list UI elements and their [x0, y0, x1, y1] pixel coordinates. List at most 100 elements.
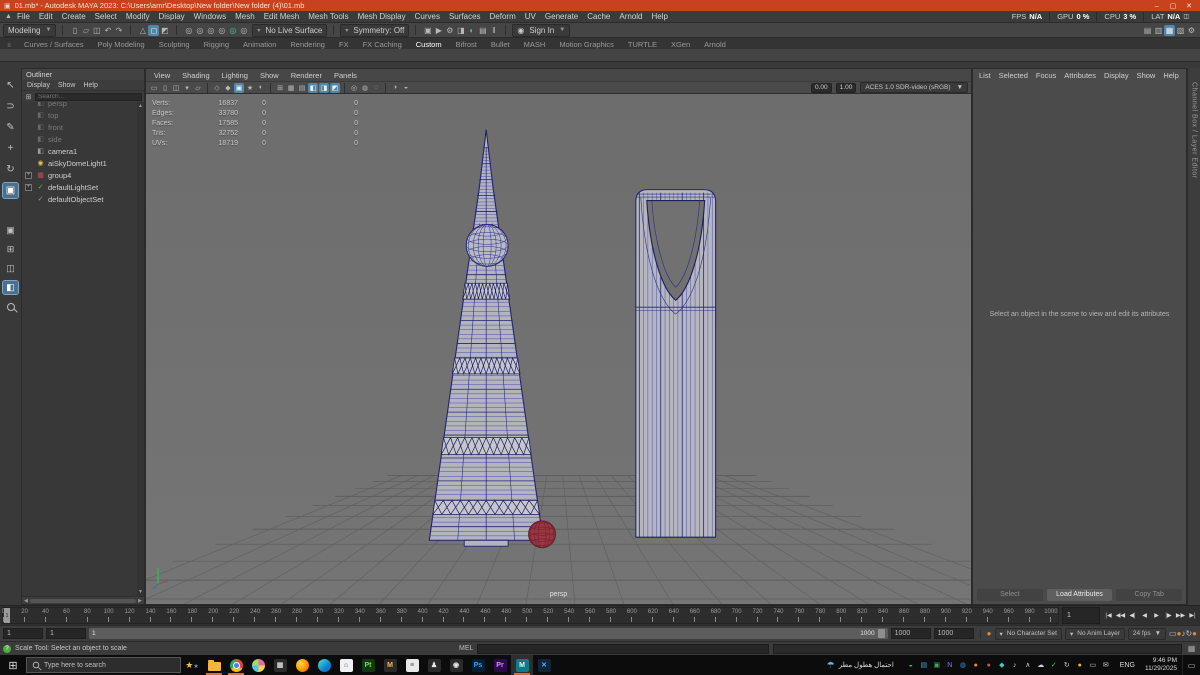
- notification-icon[interactable]: ▭: [1182, 655, 1200, 675]
- taskbar-search[interactable]: Type here to search: [26, 657, 181, 673]
- ae-menu-list[interactable]: List: [979, 71, 991, 80]
- expand-icon[interactable]: +: [25, 171, 32, 179]
- viewport-menu-shading[interactable]: Shading: [182, 71, 210, 80]
- tray-icon-12[interactable]: ↻: [1061, 661, 1073, 669]
- menu-help[interactable]: Help: [652, 12, 668, 21]
- taskbar-app-firefox[interactable]: [291, 655, 313, 675]
- shelf-tab-fx[interactable]: FX: [339, 40, 349, 49]
- taskbar-app-character-app[interactable]: ♟: [423, 655, 445, 675]
- ae-menu-focus[interactable]: Focus: [1036, 71, 1056, 80]
- tray-icon-4[interactable]: ◍: [957, 661, 969, 669]
- animation-end-field[interactable]: 1000: [933, 628, 974, 639]
- mel-label[interactable]: MEL: [459, 645, 473, 652]
- ae-menu-selected[interactable]: Selected: [999, 71, 1028, 80]
- pause-viewport-icon[interactable]: ‖: [488, 25, 499, 36]
- minimize-button[interactable]: –: [1150, 3, 1164, 10]
- outliner-item-group4[interactable]: + ▦ group4: [22, 169, 144, 181]
- tray-icon-5[interactable]: ●: [970, 662, 982, 669]
- outliner-menu-help[interactable]: Help: [83, 82, 97, 89]
- step-back-frame-button[interactable]: ◀◀: [1115, 609, 1126, 623]
- ae-menu-display[interactable]: Display: [1104, 71, 1129, 80]
- menu-create[interactable]: Create: [62, 12, 86, 21]
- language-indicator[interactable]: ENG: [1115, 662, 1140, 669]
- maximize-button[interactable]: ▢: [1166, 2, 1180, 10]
- anim-key-icon[interactable]: ●: [1192, 629, 1197, 638]
- menu-curves[interactable]: Curves: [415, 12, 440, 21]
- copy-tab-button[interactable]: Copy Tab: [1116, 588, 1183, 601]
- resolution-gate-icon[interactable]: ⊞: [275, 83, 285, 93]
- save-scene-icon[interactable]: ◫: [91, 25, 102, 36]
- tray-icon-13[interactable]: ●: [1074, 662, 1086, 669]
- filter-icon[interactable]: ⊞: [24, 91, 33, 102]
- taskbar-app-x-app[interactable]: ✕: [533, 655, 555, 675]
- safe-action-icon[interactable]: ◧: [308, 82, 318, 93]
- step-forward-key-button[interactable]: |▶: [1163, 609, 1174, 623]
- isolate-select-icon[interactable]: ◎: [349, 83, 359, 93]
- menu-mesh[interactable]: Mesh: [235, 12, 255, 21]
- rotate-tool[interactable]: ↻: [3, 162, 18, 177]
- render-settings-icon[interactable]: ⚙: [444, 25, 455, 36]
- kingdom-tower-model[interactable]: [635, 189, 717, 538]
- animation-start-field[interactable]: 1: [3, 628, 43, 639]
- workspace-toggle-icon[interactable]: ▤: [1142, 25, 1153, 36]
- taskbar-app-paint-tool[interactable]: Pt: [357, 655, 379, 675]
- menu-surfaces[interactable]: Surfaces: [449, 12, 481, 21]
- live-surface-dropdown[interactable]: ▾ No Live Surface: [252, 23, 328, 37]
- ae-menu-show[interactable]: Show: [1137, 71, 1156, 80]
- command-line-input[interactable]: [477, 643, 770, 654]
- layout-outliner-persp[interactable]: ◧: [2, 280, 19, 295]
- menu-windows[interactable]: Windows: [194, 12, 226, 21]
- tray-icon-1[interactable]: ▤: [918, 661, 930, 669]
- exposure-icon[interactable]: ◑: [390, 83, 400, 93]
- shelf-tab-sculpting[interactable]: Sculpting: [159, 40, 190, 49]
- cortana-icon[interactable]: ★★: [181, 660, 203, 671]
- layout-two-pane[interactable]: ◫: [3, 262, 18, 275]
- snap-grid-icon[interactable]: ◎: [183, 25, 194, 36]
- title-bar[interactable]: ▣ 01.mb* - Autodesk MAYA 2023: C:\Users\…: [0, 0, 1200, 11]
- hypershade-icon[interactable]: ◨: [455, 25, 466, 36]
- current-frame-field[interactable]: 1: [1062, 607, 1100, 624]
- taskbar-app-notepad[interactable]: ≡: [401, 655, 423, 675]
- xray-joints-icon[interactable]: ◌: [371, 83, 381, 93]
- taskbar-app-edge[interactable]: [313, 655, 335, 675]
- tool-settings-toggle-icon[interactable]: ▧: [1175, 25, 1186, 36]
- paint-select-tool[interactable]: ✎: [3, 120, 18, 135]
- tray-icon-8[interactable]: ♪: [1009, 662, 1021, 669]
- scale-tool[interactable]: ▣: [2, 182, 19, 199]
- taskbar-app-media-app[interactable]: ▦: [269, 655, 291, 675]
- shelf-tab-animation[interactable]: Animation: [243, 40, 276, 49]
- anim-layer-dropdown[interactable]: ▾ No Anim Layer: [1064, 627, 1125, 640]
- menuset-dropdown[interactable]: Modeling ▼: [3, 23, 57, 37]
- tray-icon-6[interactable]: ●: [983, 662, 995, 669]
- range-slider[interactable]: 1 1000: [89, 628, 888, 639]
- lasso-select-tool[interactable]: ⊃: [3, 99, 18, 114]
- select-tool[interactable]: ↖: [3, 78, 18, 93]
- field-chart-icon[interactable]: ▤: [297, 83, 307, 93]
- redo-icon[interactable]: ↷: [113, 25, 124, 36]
- menu-cache[interactable]: Cache: [587, 12, 610, 21]
- taskbar-app-premiere[interactable]: Pr: [489, 655, 511, 675]
- outliner-menu-show[interactable]: Show: [58, 82, 76, 89]
- render-layers-icon[interactable]: ▤: [477, 25, 488, 36]
- menu-modify[interactable]: Modify: [126, 12, 150, 21]
- viewport-menu-renderer[interactable]: Renderer: [291, 71, 322, 80]
- ipr-render-icon[interactable]: ▶: [433, 25, 444, 36]
- taskbar-app-file-explorer[interactable]: [203, 655, 225, 675]
- shelf-tab-arnold[interactable]: Arnold: [704, 40, 726, 49]
- tray-icon-11[interactable]: ✓: [1048, 661, 1060, 669]
- play-forwards-button[interactable]: ▶: [1151, 609, 1162, 623]
- ae-menu-attributes[interactable]: Attributes: [1064, 71, 1096, 80]
- gamma-icon[interactable]: ◒: [401, 83, 411, 93]
- shelf-tab-poly-modeling[interactable]: Poly Modeling: [98, 40, 145, 49]
- shelf-tab-bullet[interactable]: Bullet: [491, 40, 510, 49]
- outliner-item-side[interactable]: ◧ side: [22, 133, 144, 145]
- tray-icon-7[interactable]: ◆: [996, 661, 1008, 669]
- menu-generate[interactable]: Generate: [545, 12, 578, 21]
- step-forward-frame-button[interactable]: ▶▶: [1175, 609, 1186, 623]
- playback-end-field[interactable]: 1000: [890, 628, 931, 639]
- image-plane-icon[interactable]: ▱: [193, 83, 203, 93]
- taskbar-app-chrome[interactable]: [225, 655, 247, 675]
- viewport-menu-view[interactable]: View: [154, 71, 170, 80]
- character-key-icon[interactable]: ●: [987, 629, 992, 638]
- lookdev-icon[interactable]: ◐: [466, 25, 477, 36]
